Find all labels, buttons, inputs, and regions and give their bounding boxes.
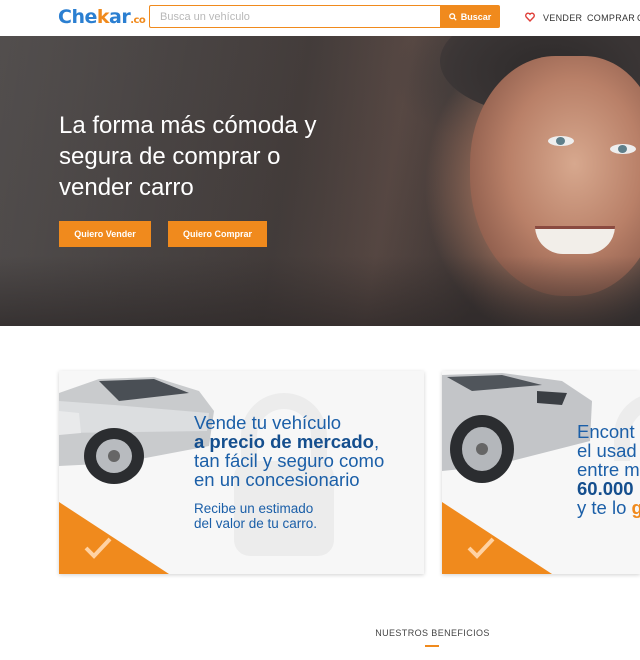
card-title-highlight: 60.000 — [577, 478, 634, 499]
card-subtitle-line: Recibe un estimado — [194, 501, 314, 516]
card-title: Vende tu vehículo a precio de mercado, t… — [194, 413, 419, 489]
card-title-line: tan fácil y seguro como — [194, 450, 385, 471]
logo-suffix: .co — [130, 15, 146, 26]
card-subtitle-line: del valor de tu carro. — [194, 516, 318, 531]
benefits-underline — [425, 645, 439, 647]
quiero-vender-button[interactable]: Quiero Vender — [59, 221, 151, 247]
card-title-line: Vende tu vehículo — [194, 412, 342, 433]
promo-card-sell[interactable]: Vende tu vehículo a precio de mercado, t… — [59, 371, 424, 574]
card-title-highlight: a precio de mercado — [194, 431, 374, 452]
hero-title: La forma más cómoda y segura de comprar … — [59, 112, 317, 201]
nav-comprar-link[interactable]: COMPRAR — [587, 0, 635, 36]
card-title-line: en un concesionario — [194, 469, 360, 490]
card-title-comma: , — [373, 431, 380, 452]
logo-text-part1: Che — [58, 6, 97, 28]
card-title-orange: g — [631, 497, 640, 518]
card-subtitle: Recibe un estimado del valor de tu carro… — [194, 501, 414, 531]
card-accent-triangle — [59, 502, 169, 574]
checkmark-icon — [467, 537, 495, 559]
checkmark-icon — [84, 537, 112, 559]
hero-banner: La forma más cómoda y segura de comprar … — [0, 36, 640, 326]
search-input[interactable] — [149, 5, 441, 28]
top-header: Chekar.co Buscar VENDER COMPRAR C — [0, 0, 640, 36]
promo-card-buy[interactable]: Encont el usad entre m 60.000 y te lo g — [442, 371, 640, 574]
card-accent-triangle — [442, 502, 552, 574]
heart-icon[interactable] — [525, 12, 535, 22]
logo-text-part2: k — [96, 6, 110, 28]
card-title-line: y te lo — [577, 497, 632, 518]
card-title-line: el usad — [577, 440, 637, 461]
hero-photo-bottom — [0, 256, 640, 326]
quiero-comprar-button[interactable]: Quiero Comprar — [168, 221, 267, 247]
card-title-line: Encont — [577, 421, 635, 442]
benefits-heading: NUESTROS BENEFICIOS — [375, 628, 490, 638]
card-title-line: entre m — [577, 459, 640, 480]
search-button[interactable]: Buscar — [440, 5, 500, 28]
nav-vender-link[interactable]: VENDER — [543, 0, 582, 36]
logo-text-part3: ar — [109, 6, 131, 28]
search-icon — [448, 12, 457, 21]
search-button-label: Buscar — [460, 11, 492, 22]
card-title: Encont el usad entre m 60.000 y te lo g — [577, 422, 640, 517]
chekar-logo[interactable]: Chekar.co — [58, 6, 146, 28]
